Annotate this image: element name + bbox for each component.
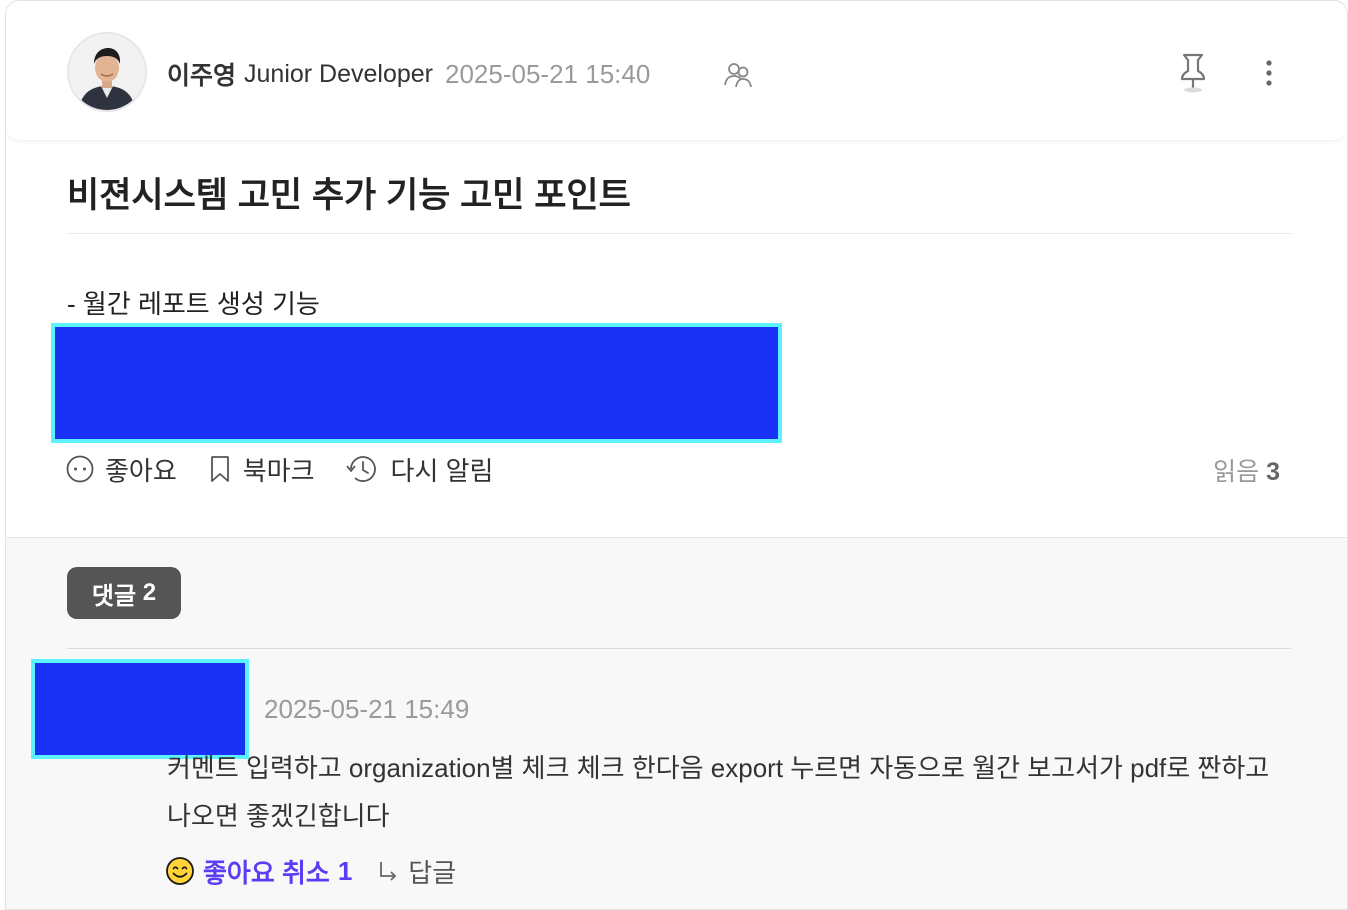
comment-badge-label: 댓글 [91, 582, 137, 610]
post-header: 이주영 Junior Developer 2025-05-21 15:40 [6, 1, 1347, 141]
post-date: 2025-05-21 15:40 [445, 58, 651, 89]
bookmark-label: 북마크 [242, 455, 315, 486]
comment-count: 2 [142, 579, 157, 606]
post-title: 비젼시스템 고민 추가 기능 고민 포인트 [67, 176, 631, 215]
people-icon[interactable] [722, 59, 754, 91]
read-count[interactable]: 읽음 3 [1213, 452, 1280, 488]
remind-label: 다시 알림 [390, 455, 494, 486]
remind-icon [345, 456, 376, 482]
read-count-value: 3 [1266, 458, 1280, 486]
redacted-content [51, 323, 782, 443]
smile-icon [66, 455, 94, 483]
emoji-smile-icon [166, 857, 194, 885]
comment-date: 2025-05-21 15:49 [264, 694, 470, 724]
author-line: 이주영 Junior Developer 2025-05-21 15:40 [167, 57, 650, 91]
pin-icon[interactable] [1176, 51, 1210, 95]
remind-button[interactable]: 다시 알림 [345, 451, 494, 488]
reply-button[interactable]: 답글 [376, 853, 456, 890]
comment-divider [67, 648, 1291, 649]
author-avatar[interactable] [67, 32, 147, 112]
bookmark-icon [210, 456, 229, 482]
comment-text: 커멘트 입력하고 organization별 체크 체크 한다음 export … [167, 753, 1270, 831]
reply-arrow-icon [380, 862, 397, 881]
like-count: 1 [337, 855, 353, 886]
avatar-photo [69, 34, 145, 110]
post-action-bar: 좋아요 북마크 다시 알림 [65, 449, 523, 489]
comment-actions: 좋아요 취소 1 답글 [165, 851, 456, 891]
like-button[interactable]: 좋아요 [65, 451, 177, 488]
title-divider [67, 233, 1291, 234]
author-name[interactable]: 이주영 [167, 56, 236, 92]
post-card: 이주영 Junior Developer 2025-05-21 15:40 비젼… [5, 0, 1348, 910]
like-cancel-button[interactable]: 좋아요 취소 1 [165, 853, 352, 890]
like-label: 좋아요 [105, 455, 177, 486]
author-role: Junior Developer [244, 59, 434, 88]
post-body-line: - 월간 레포트 생성 기능 [67, 289, 320, 319]
comment-count-badge: 댓글 2 [67, 567, 181, 619]
more-vertical-icon[interactable] [1254, 53, 1284, 93]
like-cancel-label: 좋아요 취소 [203, 857, 330, 888]
read-label: 읽음 [1213, 458, 1260, 486]
comments-section: 댓글 2 2025-05-21 15:49 커멘트 입력하고 organizat… [6, 537, 1347, 909]
reply-label: 답글 [408, 857, 457, 888]
bookmark-button[interactable]: 북마크 [207, 451, 315, 488]
